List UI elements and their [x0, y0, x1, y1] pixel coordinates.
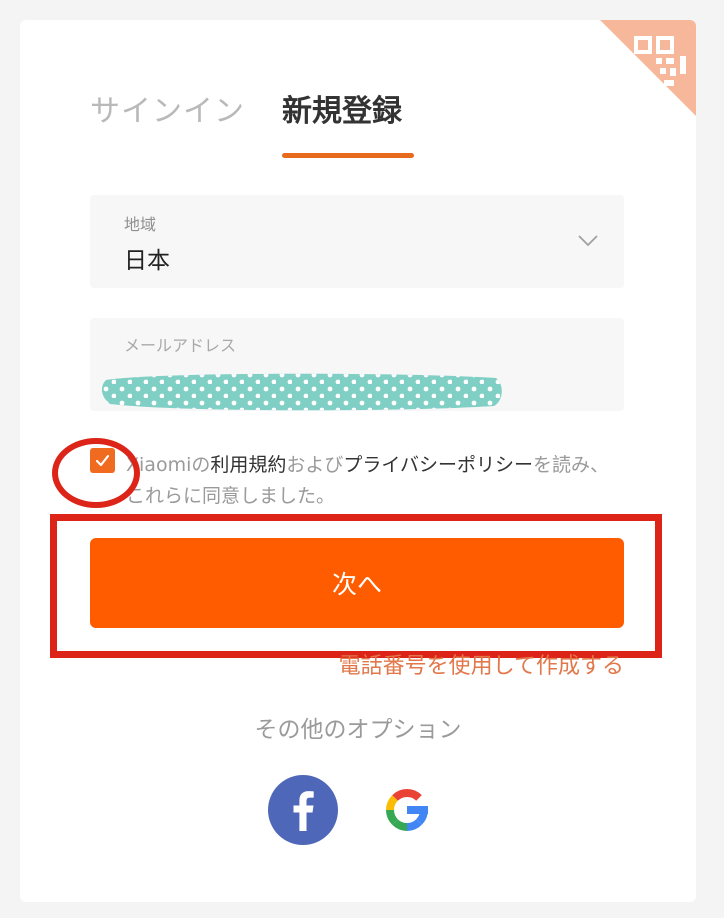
region-label: 地域	[124, 215, 157, 234]
annotation-circle	[52, 438, 140, 508]
facebook-login-button[interactable]	[268, 775, 338, 845]
email-field[interactable]: メールアドレス	[90, 318, 624, 411]
google-login-button[interactable]	[372, 775, 442, 845]
consent-text: Xiaomiの利用規約およびプライバシーポリシーを読み、これらに同意しました。	[126, 450, 628, 512]
active-tab-indicator	[282, 153, 414, 158]
terms-link[interactable]: 利用規約	[210, 454, 286, 476]
region-value: 日本	[124, 248, 170, 274]
tab-register[interactable]: 新規登録	[282, 86, 402, 130]
google-icon	[386, 789, 428, 831]
qr-login-corner[interactable]	[600, 20, 696, 116]
chevron-down-icon	[578, 235, 598, 247]
facebook-icon	[268, 775, 338, 845]
region-select[interactable]: 地域 日本	[90, 195, 624, 288]
other-options-label: その他のオプション	[254, 717, 462, 743]
redacted-email-value	[101, 373, 502, 411]
tab-signin[interactable]: サインイン	[90, 86, 245, 130]
use-phone-number-link[interactable]: 電話番号を使用して作成する	[339, 648, 624, 680]
email-label: メールアドレス	[124, 336, 237, 355]
annotation-rectangle	[50, 514, 662, 658]
signup-card: サインイン 新規登録 地域 日本 メールアドレス Xiaomiの利用規約およびプ…	[20, 20, 696, 902]
consent-prefix: の	[191, 454, 211, 476]
qr-code-icon	[600, 20, 696, 116]
privacy-policy-link[interactable]: プライバシーポリシー	[343, 454, 533, 476]
consent-and: および	[286, 454, 344, 476]
